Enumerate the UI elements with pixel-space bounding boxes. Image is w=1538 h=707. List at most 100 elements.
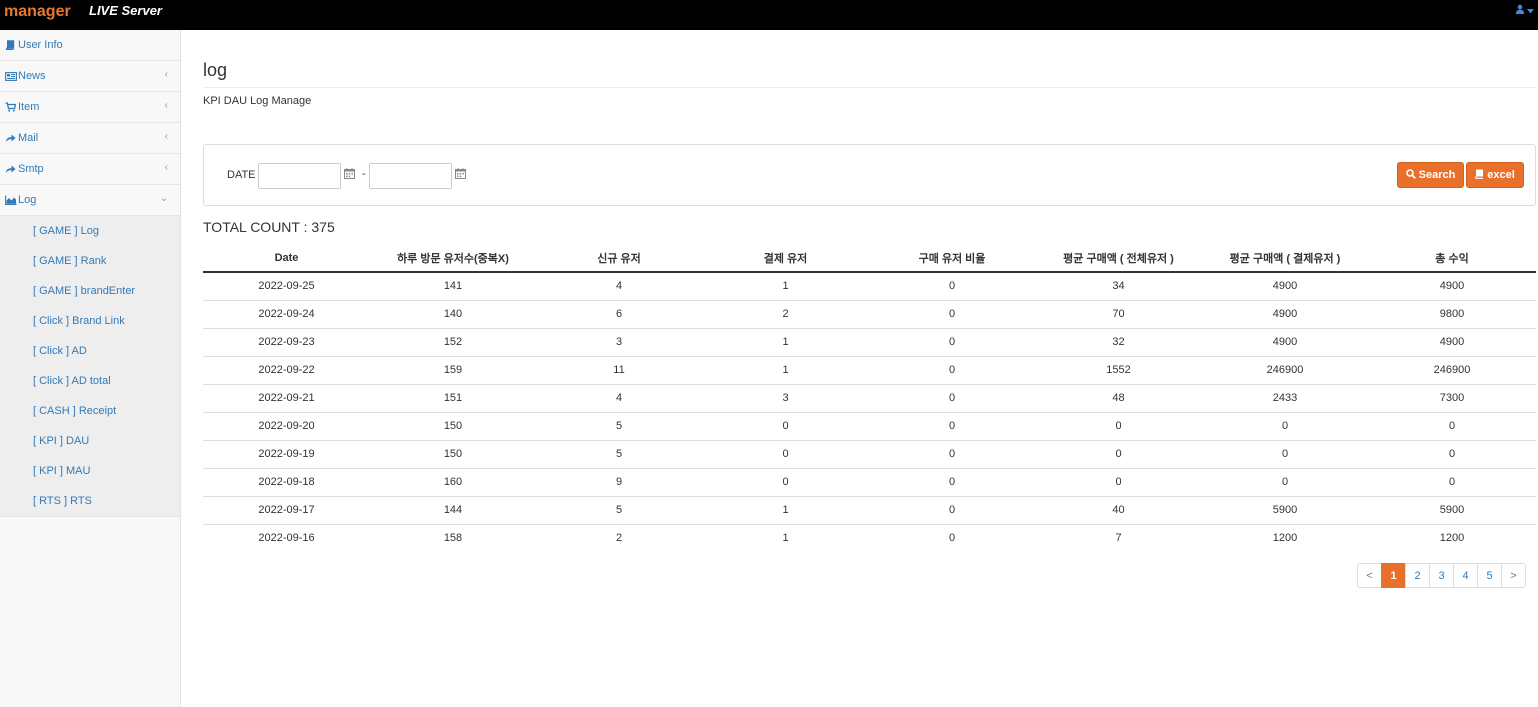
- table-cell: 1200: [1202, 523, 1368, 552]
- server-name: LIVE Server: [89, 3, 162, 18]
- excel-button-label: excel: [1487, 169, 1515, 181]
- search-button[interactable]: Search: [1397, 162, 1464, 188]
- table-cell: 0: [1368, 467, 1536, 496]
- table-cell: 5900: [1368, 495, 1536, 524]
- table-cell: 0: [869, 271, 1035, 300]
- table-cell: 246900: [1368, 355, 1536, 384]
- table-cell: 0: [1368, 411, 1536, 440]
- pagination-prev[interactable]: <: [1357, 563, 1382, 588]
- table-row: 2022-09-17 144 5 1 0 40 5900 5900: [203, 495, 1536, 524]
- book-icon: [5, 40, 17, 50]
- date-label: DATE: [227, 169, 256, 181]
- table-cell: 5: [536, 411, 702, 440]
- table-row: 2022-09-19 150 5 0 0 0 0 0: [203, 439, 1536, 468]
- chevron-left-icon: ‹: [164, 131, 168, 142]
- submenu-rts-rts[interactable]: [ RTS ] RTS: [0, 486, 180, 516]
- sidebar-item-mail[interactable]: Mail ‹: [0, 123, 180, 154]
- chevron-down-icon: ⌄: [159, 193, 168, 204]
- column-header: 신규 유저: [536, 244, 702, 273]
- log-submenu: [ GAME ] Log [ GAME ] Rank [ GAME ] bran…: [0, 216, 180, 517]
- table-cell: 5900: [1202, 495, 1368, 524]
- table-cell: 4900: [1368, 327, 1536, 356]
- table-row: 2022-09-22 159 11 1 0 1552 246900 246900: [203, 355, 1536, 384]
- table-cell: 4: [536, 383, 702, 412]
- table-cell: 0: [1035, 467, 1202, 496]
- start-date-input[interactable]: [258, 163, 341, 189]
- table-cell: 0: [869, 411, 1035, 440]
- brand-logo[interactable]: manager: [4, 3, 71, 21]
- table-row: 2022-09-23 152 3 1 0 32 4900 4900: [203, 327, 1536, 356]
- column-header: 결제 유저: [702, 244, 869, 273]
- page-title: log: [203, 60, 228, 80]
- search-icon: [1405, 168, 1416, 182]
- submenu-cash-receipt[interactable]: [ CASH ] Receipt: [0, 396, 180, 426]
- table-row: 2022-09-24 140 6 2 0 70 4900 9800: [203, 299, 1536, 328]
- pagination-page-2[interactable]: 2: [1405, 563, 1430, 588]
- submenu-game-rank[interactable]: [ GAME ] Rank: [0, 246, 180, 276]
- table-cell: 0: [702, 411, 869, 440]
- pagination-page-5[interactable]: 5: [1477, 563, 1502, 588]
- column-header: 평균 구매액 ( 전체유저 ): [1035, 244, 1202, 273]
- submenu-click-ad-total[interactable]: [ Click ] AD total: [0, 366, 180, 396]
- calendar-icon[interactable]: [344, 168, 356, 180]
- chevron-left-icon: ‹: [164, 69, 168, 80]
- table-cell: 4: [536, 271, 702, 300]
- calendar-icon[interactable]: [455, 168, 467, 180]
- pagination-page-4[interactable]: 4: [1453, 563, 1478, 588]
- table-cell: 2022-09-20: [203, 411, 370, 440]
- end-date-input[interactable]: [369, 163, 452, 189]
- table-cell: 2: [702, 299, 869, 328]
- sidebar-item-label: User Info: [18, 39, 63, 51]
- table-cell: 4900: [1202, 271, 1368, 300]
- table-cell: 2022-09-23: [203, 327, 370, 356]
- sidebar-item-label: Mail: [18, 132, 39, 144]
- user-menu[interactable]: [1515, 4, 1534, 17]
- sidebar-item-smtp[interactable]: Smtp ‹: [0, 154, 180, 185]
- table-cell: 2433: [1202, 383, 1368, 412]
- sidebar-item-label: Item: [18, 101, 40, 113]
- table-cell: 2: [536, 523, 702, 552]
- chevron-left-icon: ‹: [164, 100, 168, 111]
- table-cell: 158: [370, 523, 536, 552]
- table-cell: 0: [869, 299, 1035, 328]
- table-cell: 1: [702, 495, 869, 524]
- table-cell: 5: [536, 495, 702, 524]
- submenu-click-brand-link[interactable]: [ Click ] Brand Link: [0, 306, 180, 336]
- table-cell: 9: [536, 467, 702, 496]
- submenu-game-log[interactable]: [ GAME ] Log: [0, 216, 180, 246]
- table-cell: 140: [370, 299, 536, 328]
- submenu-kpi-mau[interactable]: [ KPI ] MAU: [0, 456, 180, 486]
- sidebar-item-log[interactable]: Log ⌄: [0, 185, 180, 216]
- column-header: Date: [203, 244, 370, 273]
- table-cell: 0: [1035, 411, 1202, 440]
- caret-down-icon: [1527, 5, 1534, 17]
- table-row: 2022-09-18 160 9 0 0 0 0 0: [203, 467, 1536, 496]
- submenu-click-ad[interactable]: [ Click ] AD: [0, 336, 180, 366]
- table-cell: 34: [1035, 271, 1202, 300]
- table-cell: 151: [370, 383, 536, 412]
- table-row: 2022-09-21 151 4 3 0 48 2433 7300: [203, 383, 1536, 412]
- sidebar-item-user-info[interactable]: User Info: [0, 30, 180, 61]
- newspaper-icon: [5, 71, 17, 81]
- table-cell: 6: [536, 299, 702, 328]
- excel-button[interactable]: excel: [1466, 162, 1524, 188]
- column-header: 구매 유저 비율: [869, 244, 1035, 273]
- table-cell: 2022-09-19: [203, 439, 370, 468]
- table-cell: 2022-09-22: [203, 355, 370, 384]
- table-cell: 0: [702, 439, 869, 468]
- table-cell: 150: [370, 439, 536, 468]
- pagination-page-3[interactable]: 3: [1429, 563, 1454, 588]
- table-cell: 1: [702, 355, 869, 384]
- table-row: 2022-09-20 150 5 0 0 0 0 0: [203, 411, 1536, 440]
- table-header-row: Date 하루 방문 유저수(중복X) 신규 유저 결제 유저 구매 유저 비율…: [203, 244, 1536, 273]
- sidebar-item-item[interactable]: Item ‹: [0, 92, 180, 123]
- sidebar-item-news[interactable]: News ‹: [0, 61, 180, 92]
- table-cell: 144: [370, 495, 536, 524]
- pagination-page-1[interactable]: 1: [1381, 563, 1406, 588]
- table-cell: 2022-09-18: [203, 467, 370, 496]
- table-cell: 4900: [1202, 327, 1368, 356]
- submenu-kpi-dau[interactable]: [ KPI ] DAU: [0, 426, 180, 456]
- pagination-next[interactable]: >: [1501, 563, 1526, 588]
- table-cell: 141: [370, 271, 536, 300]
- submenu-game-brandenter[interactable]: [ GAME ] brandEnter: [0, 276, 180, 306]
